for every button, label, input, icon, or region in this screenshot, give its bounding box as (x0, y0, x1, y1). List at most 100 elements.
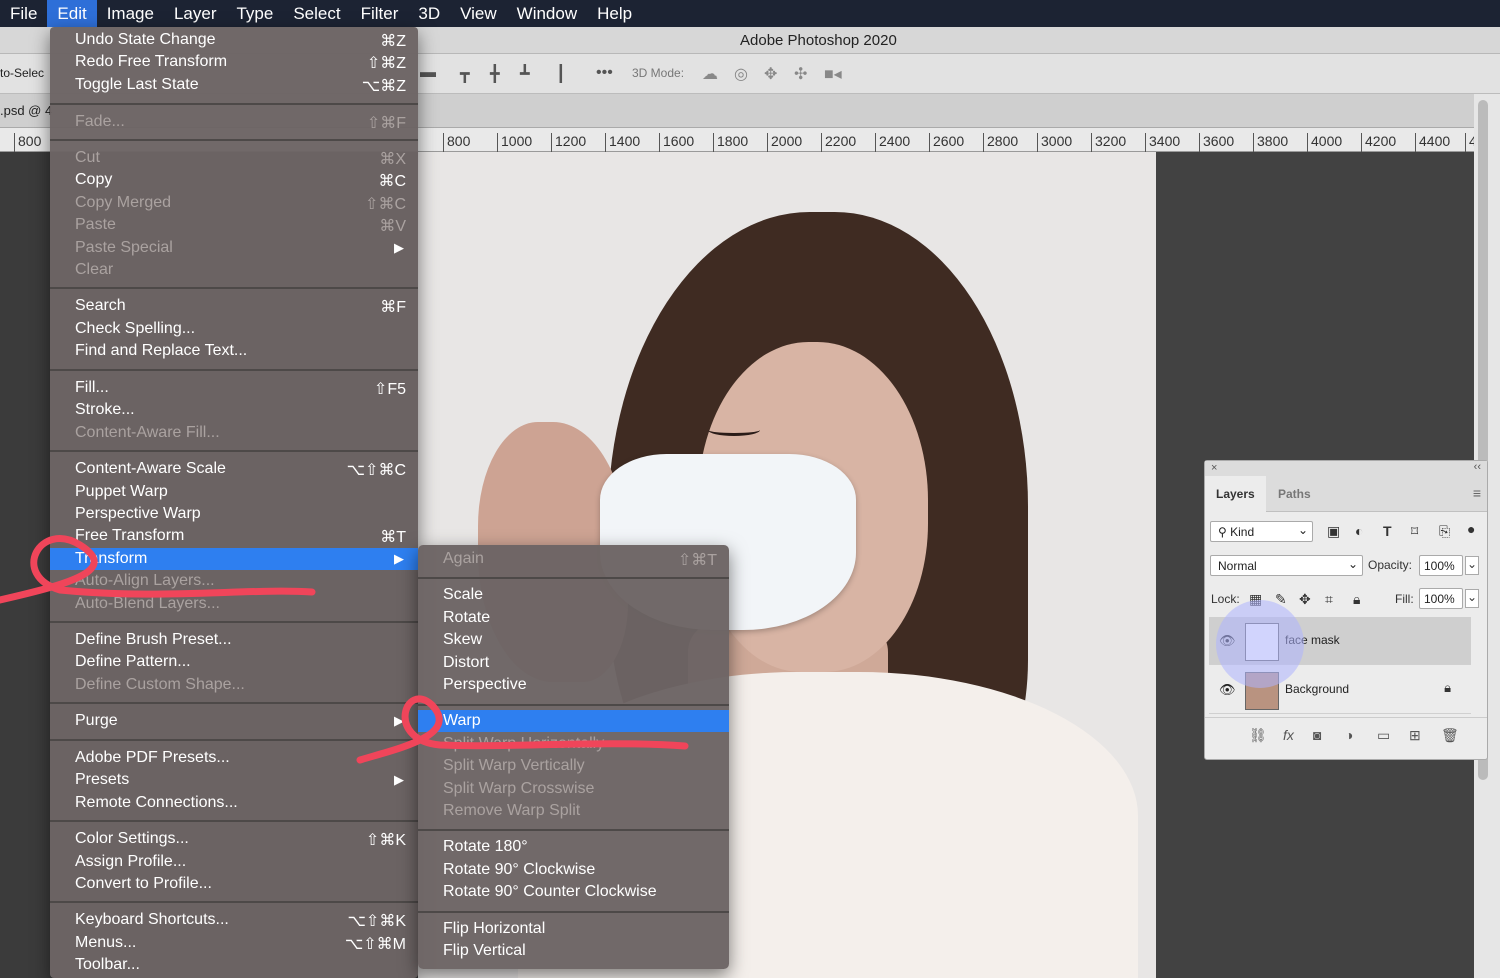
3d-slide-icon[interactable]: ✣ (794, 64, 807, 84)
menu-item-fill[interactable]: Fill... ⇧F5 (50, 377, 418, 399)
lock-artboard-icon[interactable]: ⌗ (1325, 591, 1333, 608)
menu-item-undo-state-change[interactable]: Undo State Change ⌘Z (50, 29, 418, 51)
menu-item-transform[interactable]: Transform ▶ (50, 548, 418, 570)
menu-item-toolbar[interactable]: Toolbar... (50, 954, 418, 976)
fill-field[interactable]: 100% (1419, 588, 1463, 609)
filter-shape-icon[interactable]: ⌑ (1411, 523, 1418, 540)
tab-layers[interactable]: Layers (1205, 476, 1266, 512)
3d-scale-icon[interactable]: ■◂ (824, 64, 842, 84)
more-options-icon[interactable]: ••• (596, 64, 613, 82)
opacity-chevron-icon[interactable]: ⌄ (1465, 556, 1479, 575)
new-group-icon[interactable]: ▭ (1377, 727, 1390, 744)
filter-adjustment-icon[interactable]: ◐ (1355, 523, 1363, 539)
menu-item-warp[interactable]: Warp (418, 710, 729, 732)
filter-type-icon[interactable]: T (1383, 523, 1392, 539)
menu-item-split-warp-horizontally[interactable]: Split Warp Horizontally (418, 733, 729, 755)
distribute-icon[interactable]: ┃ (556, 64, 566, 84)
menu-item-cut[interactable]: Cut ⌘X (50, 147, 418, 169)
panel-menu-icon[interactable]: ≡ (1473, 485, 1481, 501)
align-icon[interactable]: ▬ (420, 64, 436, 82)
menu-window[interactable]: Window (507, 0, 587, 27)
layer-name[interactable]: Background (1285, 682, 1349, 696)
blend-mode-select[interactable]: Normal ⌄ (1210, 555, 1363, 576)
menu-item-convert-to-profile[interactable]: Convert to Profile... (50, 873, 418, 895)
align-top-icon[interactable]: ┳ (460, 64, 470, 84)
menu-item-flip-vertical[interactable]: Flip Vertical (418, 940, 729, 962)
menu-item-remote-connections[interactable]: Remote Connections... (50, 792, 418, 814)
menu-item-split-warp-vertically[interactable]: Split Warp Vertically (418, 755, 729, 777)
menu-file[interactable]: File (0, 0, 47, 27)
auto-select-label[interactable]: to-Selec (0, 66, 44, 80)
filter-toggle-icon[interactable]: ● (1467, 521, 1475, 537)
link-layers-icon[interactable]: ⛓ (1249, 727, 1267, 744)
menu-item-rotate-90-clockwise[interactable]: Rotate 90° Clockwise (418, 859, 729, 881)
menu-item-distort[interactable]: Distort (418, 652, 729, 674)
menu-item-again[interactable]: Again ⇧⌘T (418, 548, 729, 570)
add-mask-icon[interactable]: ◙ (1313, 727, 1321, 743)
menu-item-stroke[interactable]: Stroke... (50, 399, 418, 421)
menu-item-search[interactable]: Search ⌘F (50, 295, 418, 317)
lock-all-icon[interactable]: 🔒︎ (1353, 591, 1360, 608)
menu-item-free-transform[interactable]: Free Transform ⌘T (50, 525, 418, 547)
menu-layer[interactable]: Layer (164, 0, 227, 27)
menu-item-toggle-last-state[interactable]: Toggle Last State ⌥⌘Z (50, 74, 418, 96)
menu-item-define-pattern[interactable]: Define Pattern... (50, 651, 418, 673)
panel-collapse-icon[interactable]: ‹‹ (1474, 461, 1481, 473)
fx-icon[interactable]: fx (1283, 727, 1294, 743)
menu-item-rotate-180[interactable]: Rotate 180° (418, 836, 729, 858)
menu-select[interactable]: Select (283, 0, 350, 27)
menu-item-perspective-warp[interactable]: Perspective Warp (50, 503, 418, 525)
menu-item-check-spelling[interactable]: Check Spelling... (50, 318, 418, 340)
menu-item-assign-profile[interactable]: Assign Profile... (50, 851, 418, 873)
menu-item-redo-free-transform[interactable]: Redo Free Transform ⇧⌘Z (50, 51, 418, 73)
menu-item-find-and-replace-text[interactable]: Find and Replace Text... (50, 340, 418, 362)
menu-help[interactable]: Help (587, 0, 642, 27)
filter-smart-object-icon[interactable]: ⎘ (1439, 523, 1450, 540)
menu-item-define-custom-shape[interactable]: Define Custom Shape... (50, 674, 418, 696)
document-tab[interactable]: .psd @ 4 (0, 103, 52, 118)
filter-pixel-icon[interactable]: ▣ (1327, 523, 1340, 540)
menu-item-perspective[interactable]: Perspective (418, 674, 729, 696)
menu-item-split-warp-crosswise[interactable]: Split Warp Crosswise (418, 778, 729, 800)
opacity-field[interactable]: 100% (1419, 555, 1463, 576)
delete-layer-icon[interactable]: 🗑︎ (1441, 727, 1459, 744)
menu-item-scale[interactable]: Scale (418, 584, 729, 606)
menu-3d[interactable]: 3D (408, 0, 450, 27)
align-vertical-center-icon[interactable]: ╋ (490, 64, 500, 84)
menu-item-content-aware-scale[interactable]: Content-Aware Scale ⌥⇧⌘C (50, 458, 418, 480)
visibility-eye-icon[interactable]: 👁︎ (1219, 682, 1236, 698)
menu-item-skew[interactable]: Skew (418, 629, 729, 651)
fill-chevron-icon[interactable]: ⌄ (1465, 589, 1479, 608)
menu-item-copy-merged[interactable]: Copy Merged ⇧⌘C (50, 192, 418, 214)
lock-position-icon[interactable]: ✥ (1299, 591, 1311, 608)
tab-paths[interactable]: Paths (1267, 476, 1322, 512)
menu-filter[interactable]: Filter (351, 0, 409, 27)
menu-item-rotate[interactable]: Rotate (418, 607, 729, 629)
menu-item-rotate-90-counter-clockwise[interactable]: Rotate 90° Counter Clockwise (418, 881, 729, 903)
menu-item-content-aware-fill[interactable]: Content-Aware Fill... (50, 422, 418, 444)
panel-close-icon[interactable]: × (1211, 462, 1217, 474)
menu-item-remove-warp-split[interactable]: Remove Warp Split (418, 800, 729, 822)
menu-item-clear[interactable]: Clear (50, 259, 418, 281)
menu-item-fade[interactable]: Fade... ⇧⌘F (50, 111, 418, 133)
menu-item-copy[interactable]: Copy ⌘C (50, 169, 418, 191)
menu-item-presets[interactable]: Presets ▶ (50, 769, 418, 791)
menu-item-menus[interactable]: Menus... ⌥⇧⌘M (50, 932, 418, 954)
menu-item-paste-special[interactable]: Paste Special ▶ (50, 237, 418, 259)
3d-orbit-icon[interactable]: ☁ (702, 64, 718, 84)
new-layer-icon[interactable]: ⊞ (1409, 727, 1421, 744)
menu-item-color-settings[interactable]: Color Settings... ⇧⌘K (50, 828, 418, 850)
menu-item-adobe-pdf-presets[interactable]: Adobe PDF Presets... (50, 747, 418, 769)
menu-edit[interactable]: Edit (47, 0, 97, 27)
menu-item-define-brush-preset[interactable]: Define Brush Preset... (50, 629, 418, 651)
menu-item-auto-align-layers[interactable]: Auto-Align Layers... (50, 570, 418, 592)
adjustment-layer-icon[interactable]: ◑ (1345, 727, 1353, 743)
menu-item-paste[interactable]: Paste ⌘V (50, 214, 418, 236)
menu-view[interactable]: View (450, 0, 507, 27)
menu-item-keyboard-shortcuts[interactable]: Keyboard Shortcuts... ⌥⇧⌘K (50, 909, 418, 931)
menu-item-auto-blend-layers[interactable]: Auto-Blend Layers... (50, 593, 418, 615)
menu-item-puppet-warp[interactable]: Puppet Warp (50, 481, 418, 503)
layer-filter-select[interactable]: ⚲ Kind ⌄ (1210, 521, 1313, 542)
menu-image[interactable]: Image (97, 0, 164, 27)
menu-type[interactable]: Type (226, 0, 283, 27)
